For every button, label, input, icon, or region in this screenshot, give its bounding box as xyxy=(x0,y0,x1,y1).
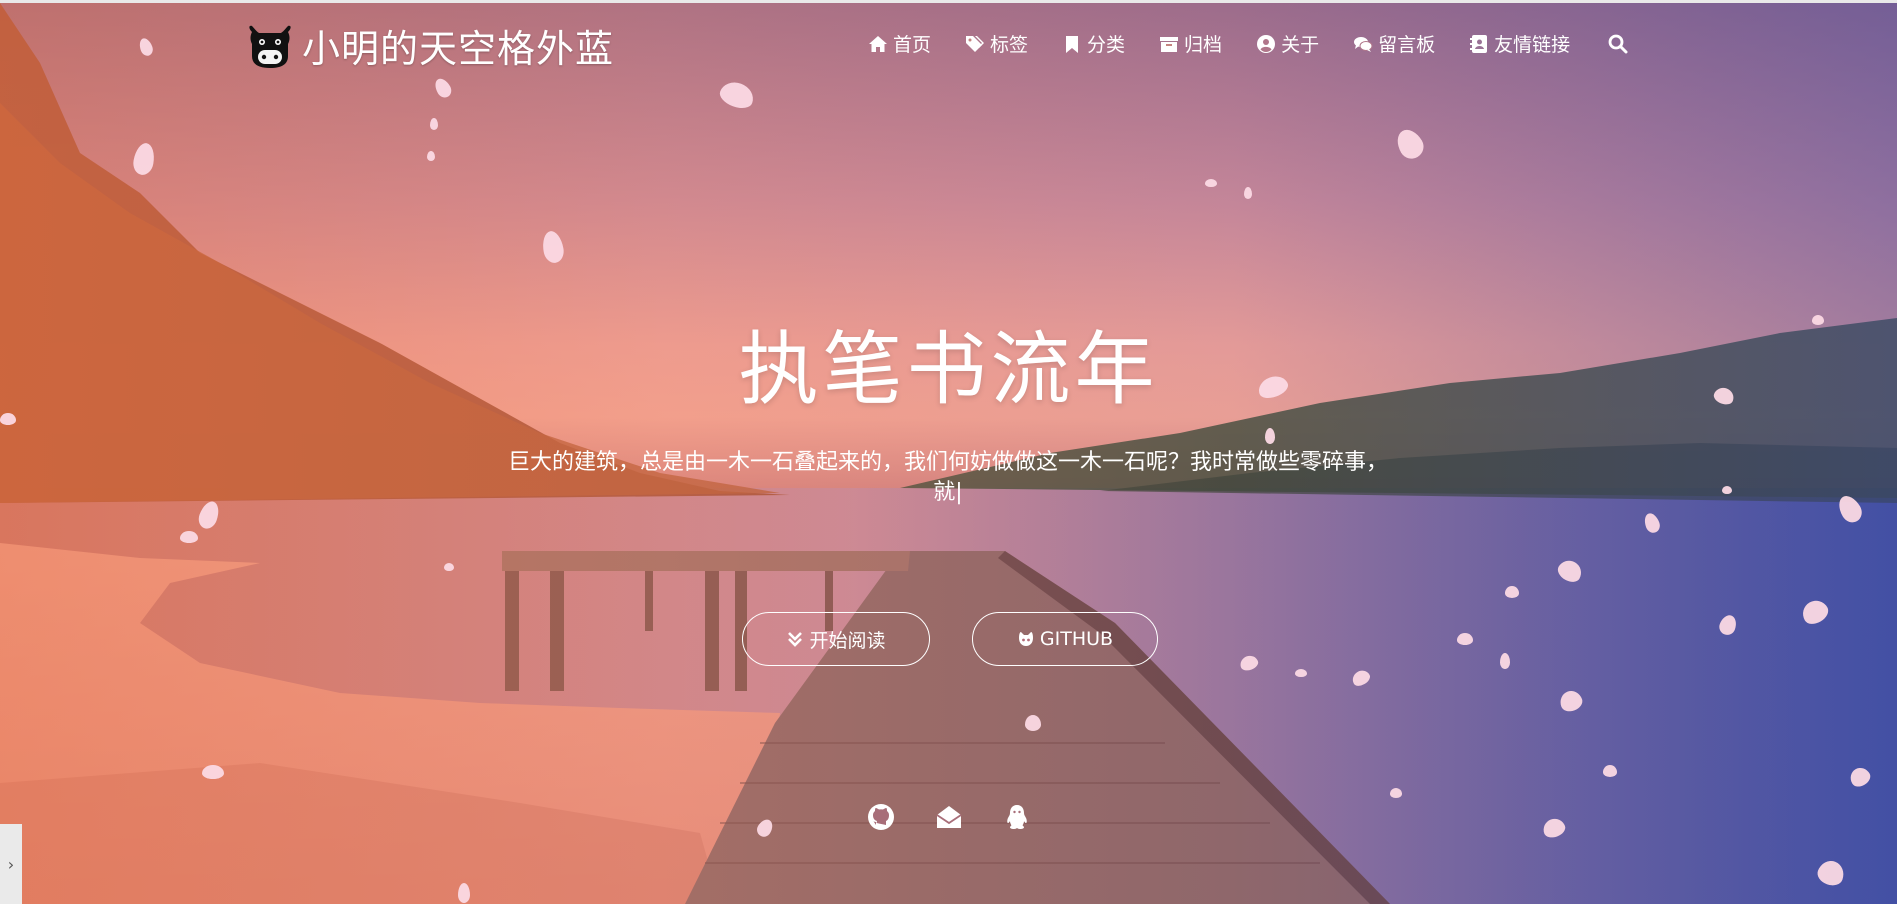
social-links xyxy=(0,803,1897,831)
start-reading-label: 开始阅读 xyxy=(809,629,886,652)
user-circle-icon xyxy=(1257,34,1276,53)
hero-subtitle: 巨大的建筑，总是由一木一石叠起来的，我们何妨做做这一木一石呢？我时常做些零碎事，… xyxy=(507,450,1388,505)
petal-decoration xyxy=(1722,486,1732,494)
nav-item-about[interactable]: 关于 xyxy=(1256,30,1319,57)
archive-icon xyxy=(1160,36,1179,52)
bookmark-icon xyxy=(1066,35,1079,53)
petal-decoration xyxy=(1244,187,1252,199)
petal-decoration xyxy=(1265,428,1275,444)
nav-item-categories[interactable]: 分类 xyxy=(1062,30,1125,57)
petal-decoration xyxy=(1500,653,1510,669)
petal-decoration xyxy=(427,151,435,161)
petal-decoration xyxy=(1390,788,1402,798)
nav-item-archive[interactable]: 归档 xyxy=(1159,30,1222,57)
hero-headline: 执笔书流年 xyxy=(738,323,1159,416)
petal-decoration xyxy=(1295,669,1307,677)
search-button[interactable] xyxy=(1608,34,1628,54)
nav-item-label: 归档 xyxy=(1184,34,1223,56)
nav-item-label: 分类 xyxy=(1087,34,1126,56)
nav-item-home[interactable]: 首页 xyxy=(868,30,931,57)
qq-icon[interactable] xyxy=(1003,803,1031,831)
nav-item-tags[interactable]: 标签 xyxy=(965,30,1028,57)
github-label: GITHUB xyxy=(1039,628,1114,650)
petal-decoration xyxy=(1457,633,1473,645)
home-icon xyxy=(869,35,887,52)
petal-decoration xyxy=(444,563,454,571)
petal-decoration xyxy=(1603,765,1617,777)
nav-item-guestbook[interactable]: 留言板 xyxy=(1353,30,1435,57)
main-nav: 首页 标签 分类 归档 关于 留言板 友情链接 xyxy=(868,30,1628,57)
start-reading-button[interactable]: 开始阅读 xyxy=(742,612,930,666)
petal-decoration xyxy=(458,883,470,903)
sidebar-toggle-button[interactable]: › xyxy=(0,824,22,904)
comments-icon xyxy=(1354,36,1373,52)
chevrons-down-icon xyxy=(788,632,803,647)
petal-decoration xyxy=(180,531,198,543)
address-book-icon xyxy=(1470,34,1488,53)
petal-decoration xyxy=(1025,715,1041,731)
petal-decoration xyxy=(1205,179,1217,187)
petal-decoration xyxy=(202,765,224,779)
chevron-right-icon: › xyxy=(7,854,15,874)
search-icon xyxy=(1608,34,1628,53)
nav-item-label: 标签 xyxy=(990,34,1029,56)
tags-icon xyxy=(966,35,985,52)
site-title: 小明的天空格外蓝 xyxy=(302,27,615,71)
nav-item-label: 关于 xyxy=(1281,34,1320,56)
petal-decoration xyxy=(1505,586,1519,598)
nav-item-label: 友情链接 xyxy=(1494,34,1571,56)
nav-item-label: 留言板 xyxy=(1378,34,1436,56)
nav-item-friend-links[interactable]: 友情链接 xyxy=(1469,30,1570,57)
email-icon[interactable] xyxy=(935,803,963,831)
github-icon[interactable] xyxy=(867,803,895,831)
site-brand[interactable]: 小明的天空格外蓝 xyxy=(246,18,614,73)
github-cat-icon xyxy=(1018,632,1033,646)
petal-decoration xyxy=(430,118,438,130)
cow-head-icon xyxy=(249,25,291,68)
nav-item-label: 首页 xyxy=(893,34,932,56)
github-button[interactable]: GITHUB xyxy=(972,612,1158,666)
